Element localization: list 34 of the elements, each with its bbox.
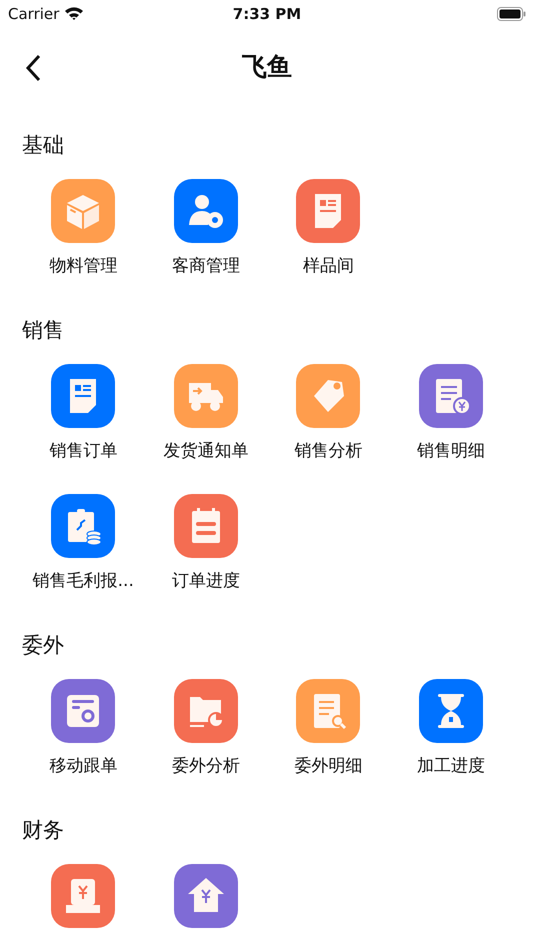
app-label: 销售分析 [294,440,362,462]
clipboard-coins-icon[interactable] [51,494,116,558]
carrier-name: Carrier [8,4,60,23]
back-icon [25,54,41,82]
hourglass-icon[interactable] [418,679,483,743]
section-heading: 基础 [22,132,65,158]
status-time: 7:33 PM [232,4,302,23]
app-label: 物料管理 [49,255,118,277]
app-label: 客商管理 [172,255,240,277]
app-label: 移动跟单 [49,755,118,777]
document-icon[interactable] [51,364,116,428]
section-heading: 销售 [22,317,65,343]
house-yen-icon[interactable] [174,864,238,928]
battery-icon [497,6,526,21]
folder-chart-icon[interactable] [174,679,238,743]
app-label: 样品间 [302,255,354,277]
app-label: 委外明细 [294,755,362,777]
section-heading: 财务 [22,817,65,843]
app-label: 委外分析 [172,755,240,777]
app-label: 发货通知单 [163,440,248,462]
form-target-icon[interactable] [51,679,116,743]
app-label: 销售订单 [49,440,118,462]
document-icon[interactable] [296,179,360,243]
wifi-icon [64,6,84,22]
section-heading: 委外 [22,632,65,658]
user-gear-icon[interactable] [174,179,238,243]
document-yen-icon[interactable] [418,364,483,428]
app-label: 销售明细 [416,440,485,462]
page-title: 飞鱼 [242,51,292,84]
yen-box-icon[interactable] [51,864,116,928]
app-label: 订单进度 [172,570,240,592]
app-label: 销售毛利报... [32,570,134,592]
app-label: 加工进度 [416,755,485,777]
calendar-bars-icon[interactable] [174,494,238,558]
